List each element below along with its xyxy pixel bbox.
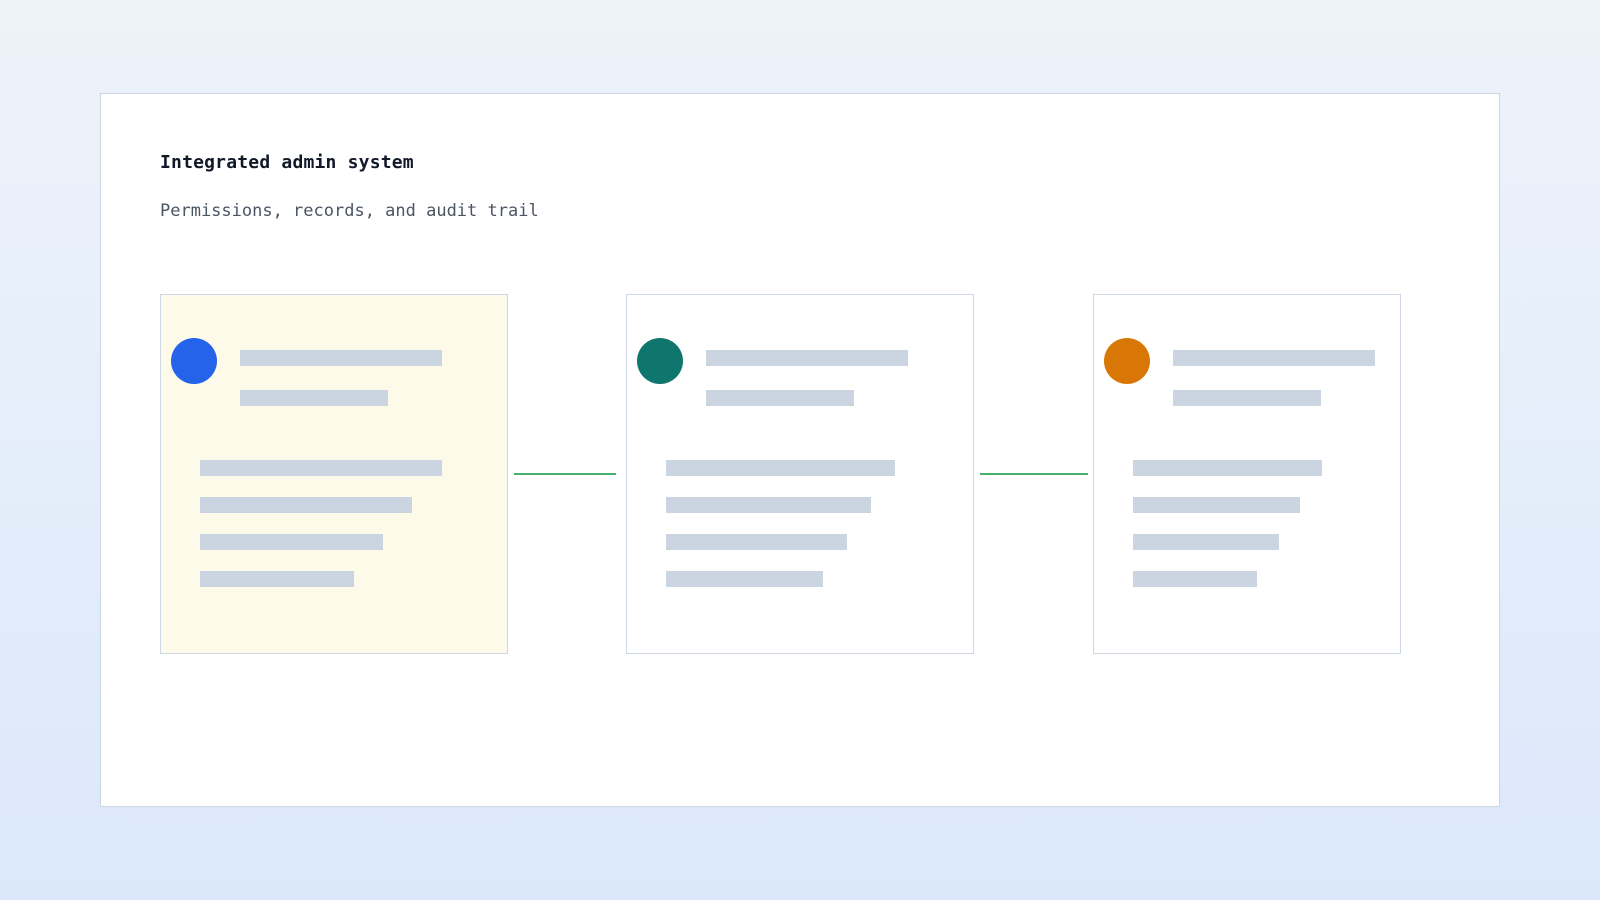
node-1-line-placeholder xyxy=(200,497,412,513)
node-1-avatar xyxy=(171,338,217,384)
node-1-line-placeholder xyxy=(200,460,442,476)
node-3-title-placeholder xyxy=(1173,350,1375,366)
node-card-3[interactable] xyxy=(1093,294,1401,654)
connector-2-3 xyxy=(980,473,1088,475)
node-2-line-placeholder xyxy=(666,571,823,587)
diagram-subtitle: Permissions, records, and audit trail xyxy=(160,201,539,221)
node-card-1[interactable] xyxy=(160,294,508,654)
node-2-line-placeholder xyxy=(666,497,871,513)
node-2-title-placeholder xyxy=(706,350,908,366)
connector-1-2 xyxy=(514,473,616,475)
node-1-line-placeholder xyxy=(200,571,354,587)
node-card-2[interactable] xyxy=(626,294,974,654)
node-3-avatar xyxy=(1104,338,1150,384)
node-1-subtitle-placeholder xyxy=(240,390,388,406)
node-1-title-placeholder xyxy=(240,350,442,366)
node-3-subtitle-placeholder xyxy=(1173,390,1321,406)
node-2-subtitle-placeholder xyxy=(706,390,854,406)
node-2-avatar xyxy=(637,338,683,384)
node-3-line-placeholder xyxy=(1133,534,1279,550)
node-3-line-placeholder xyxy=(1133,497,1300,513)
diagram-canvas: Integrated admin system Permissions, rec… xyxy=(100,93,1500,807)
node-3-line-placeholder xyxy=(1133,460,1322,476)
node-3-line-placeholder xyxy=(1133,571,1257,587)
node-2-line-placeholder xyxy=(666,460,895,476)
diagram-title: Integrated admin system xyxy=(160,152,414,173)
node-1-line-placeholder xyxy=(200,534,383,550)
node-2-line-placeholder xyxy=(666,534,847,550)
